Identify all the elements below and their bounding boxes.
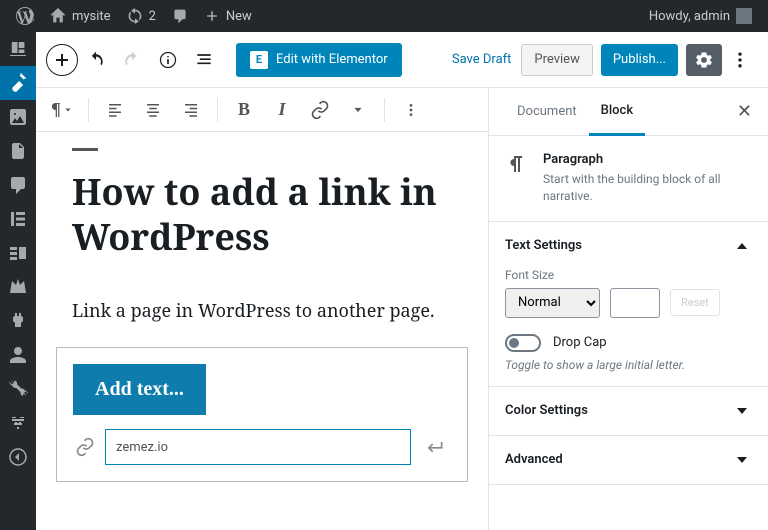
elementor-icon: E [250,51,268,69]
panel-text-settings: Text Settings Font Size Normal Reset Dro… [489,222,768,387]
align-left-button[interactable] [97,92,133,128]
menu-users[interactable] [0,338,36,372]
menu-templates[interactable] [0,236,36,270]
menu-tools[interactable] [0,372,36,406]
elementor-button[interactable]: EEdit with Elementor [236,43,402,77]
menu-elementor[interactable] [0,202,36,236]
editor-main: ¶ B I How to add a link in WordPress Lin… [36,88,488,530]
tab-document[interactable]: Document [505,88,589,136]
chevron-down-icon [732,401,752,421]
block-info: Paragraph Start with the building block … [489,136,768,222]
link-button[interactable] [302,92,338,128]
block-toolbar: ¶ B I [36,88,488,132]
more-menu-button[interactable] [722,42,758,78]
tab-block[interactable]: Block [589,88,645,136]
admin-sidebar [0,32,36,530]
italic-button[interactable]: I [264,92,300,128]
panel-advanced: Advanced [489,436,768,485]
comments[interactable] [164,0,196,32]
info-button[interactable] [150,42,186,78]
wp-logo[interactable] [8,0,42,32]
apply-link-button[interactable] [419,437,451,457]
publish-button[interactable]: Publish... [601,44,678,76]
close-sidebar-button[interactable]: ✕ [737,101,752,122]
link-url-input[interactable] [105,429,411,465]
add-block-button[interactable] [46,44,78,76]
reset-button[interactable]: Reset [670,289,720,316]
panel-color-settings: Color Settings [489,387,768,436]
site-home[interactable]: mysite [42,0,119,32]
redo-button[interactable] [114,42,150,78]
menu-comments[interactable] [0,168,36,202]
menu-media[interactable] [0,100,36,134]
editor-header: EEdit with Elementor Save Draft Preview … [36,32,768,88]
preview-button[interactable]: Preview [521,44,592,76]
new-content[interactable]: New [196,0,260,32]
chevron-down-icon [732,450,752,470]
save-draft-button[interactable]: Save Draft [442,52,522,67]
editor-content: How to add a link in WordPress Link a pa… [36,132,488,530]
paragraph-block[interactable]: Link a page in WordPress to another page… [72,299,452,323]
title-accent [72,148,98,151]
dropcap-label: Drop Cap [553,335,607,350]
block-desc: Start with the building block of all nar… [543,171,752,205]
dropdown-arrow-button[interactable] [340,92,376,128]
font-size-label: Font Size [505,268,752,282]
dropcap-help: Toggle to show a large initial letter. [505,358,752,372]
menu-collapse[interactable] [0,440,36,474]
menu-dashboard[interactable] [0,32,36,66]
editor: EEdit with Elementor Save Draft Preview … [36,32,768,530]
block-more-button[interactable] [393,92,429,128]
align-center-button[interactable] [135,92,171,128]
outline-button[interactable] [186,42,222,78]
new-label: New [226,9,252,24]
chevron-up-icon [732,236,752,256]
settings-button[interactable] [686,44,722,76]
block-title: Paragraph [543,152,752,167]
bold-button[interactable]: B [226,92,262,128]
paragraph-icon [505,152,529,205]
menu-appearance[interactable] [0,270,36,304]
menu-plugins[interactable] [0,304,36,338]
post-title[interactable]: How to add a link in WordPress [72,169,452,259]
menu-posts[interactable] [0,66,36,100]
panel-head-color[interactable]: Color Settings [505,401,752,421]
avatar-icon [736,8,752,24]
font-size-select[interactable]: Normal [505,288,600,318]
dropcap-toggle[interactable] [505,334,541,352]
howdy[interactable]: Howdy, admin [641,0,760,32]
link-popover [73,429,451,465]
align-right-button[interactable] [173,92,209,128]
sidebar-tabs: Document Block ✕ [489,88,768,136]
placeholder-text[interactable]: Add text... [73,364,206,415]
site-name: mysite [72,9,111,24]
link-icon [73,437,97,457]
panel-head-text[interactable]: Text Settings [505,236,752,256]
selected-block[interactable]: Add text... [56,347,468,482]
admin-bar: mysite 2 New Howdy, admin [0,0,768,32]
undo-button[interactable] [78,42,114,78]
panel-head-advanced[interactable]: Advanced [505,450,752,470]
blocktype-button[interactable]: ¶ [44,92,80,128]
updates-count: 2 [149,9,156,24]
settings-sidebar: Document Block ✕ Paragraph Start with th… [488,88,768,530]
menu-pages[interactable] [0,134,36,168]
font-size-input[interactable] [610,288,660,318]
updates[interactable]: 2 [119,0,164,32]
menu-settings[interactable] [0,406,36,440]
